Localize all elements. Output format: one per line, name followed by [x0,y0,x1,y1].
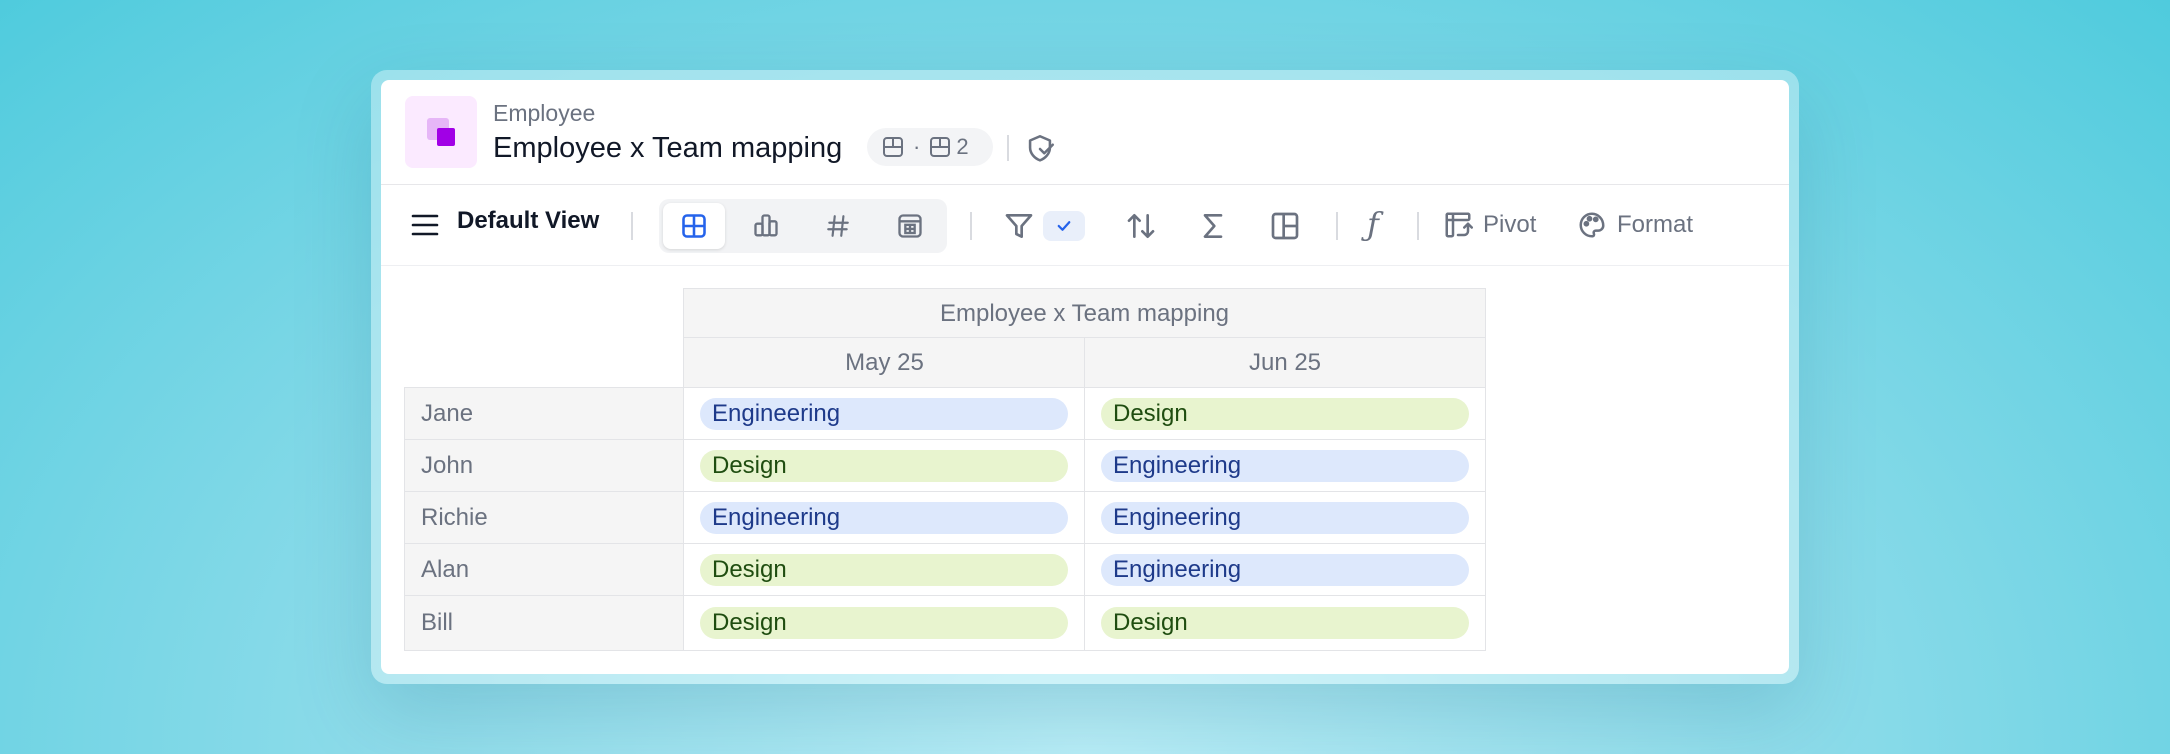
team-tag-engineering: Engineering [700,398,1068,430]
meta-separator: · [913,134,921,159]
table-logo-icon [405,96,477,168]
check-icon [1057,221,1071,231]
chart-view-button[interactable] [735,203,797,249]
view-type-switcher [659,199,947,253]
table-cell[interactable]: Engineering [1084,491,1486,545]
pivot-icon [1445,212,1473,238]
column-header[interactable]: May 25 [683,337,1086,389]
toolbar-divider [1336,212,1338,240]
view-selector[interactable]: Default View [457,207,599,235]
column-header[interactable]: Jun 25 [1084,337,1486,389]
team-tag-design: Design [700,450,1068,482]
team-tag-design: Design [1101,398,1469,430]
view-count: 2 [956,134,969,159]
table-cell[interactable]: Engineering [683,387,1086,441]
table-cell[interactable]: Engineering [683,491,1086,545]
table-cell[interactable]: Design [1084,595,1486,651]
layout-panel-icon[interactable] [1269,210,1301,242]
toolbar-divider [631,212,633,240]
toolbar: Default View ƒ Pivot Format [381,185,1789,266]
hash-icon [827,215,849,237]
team-tag-engineering: Engineering [1101,502,1469,534]
filter-icon[interactable] [1003,210,1035,242]
row-header: Jane [404,387,685,441]
team-tag-design: Design [700,607,1068,639]
breadcrumb[interactable]: Employee [493,100,595,127]
column-group-header: Employee x Team mapping [683,288,1486,339]
pivot-label: Pivot [1483,211,1537,238]
format-label: Format [1617,211,1694,238]
card-header: Employee Employee x Team mapping · 2 [381,80,1789,185]
team-tag-design: Design [1101,607,1469,639]
table-cell[interactable]: Design [683,543,1086,597]
table-cell[interactable]: Design [1084,387,1486,441]
view-count-badge[interactable]: · 2 [867,128,993,166]
row-header: Richie [404,491,685,545]
table-cell[interactable]: Design [683,439,1086,493]
number-view-button[interactable] [807,203,869,249]
row-header: Bill [404,595,685,651]
toolbar-divider [1417,212,1419,240]
spreadsheet-icon [898,214,922,238]
hamburger-menu-icon[interactable] [411,213,439,237]
mapping-card: Employee Employee x Team mapping · 2 Def… [381,80,1789,674]
table-cell[interactable]: Engineering [1084,543,1486,597]
table-icon [883,137,903,157]
bar-chart-icon [754,214,778,237]
pivot-button[interactable]: Pivot [1443,207,1536,243]
team-tag-engineering: Engineering [700,502,1068,534]
format-button[interactable]: Format [1577,207,1693,243]
team-tag-design: Design [700,554,1068,586]
palette-icon [1579,212,1605,238]
row-header: Alan [404,543,685,597]
page-title: Employee x Team mapping [493,132,843,164]
filter-applied-badge[interactable] [1043,211,1085,241]
team-tag-engineering: Engineering [1101,554,1469,586]
table-grid-icon [682,214,706,238]
shield-check-icon[interactable] [1023,132,1057,166]
sort-icon[interactable] [1125,210,1157,242]
table-cell[interactable]: Engineering [1084,439,1486,493]
toolbar-divider [970,212,972,240]
row-header: John [404,439,685,493]
layout-icon [930,137,951,157]
header-divider [1007,135,1009,161]
table-view-button[interactable] [663,203,725,249]
table-cell[interactable]: Design [683,595,1086,651]
pivot-table-view-button[interactable] [879,203,941,249]
sum-icon[interactable] [1197,210,1229,242]
formula-icon[interactable]: ƒ [1367,205,1379,243]
team-tag-engineering: Engineering [1101,450,1469,482]
